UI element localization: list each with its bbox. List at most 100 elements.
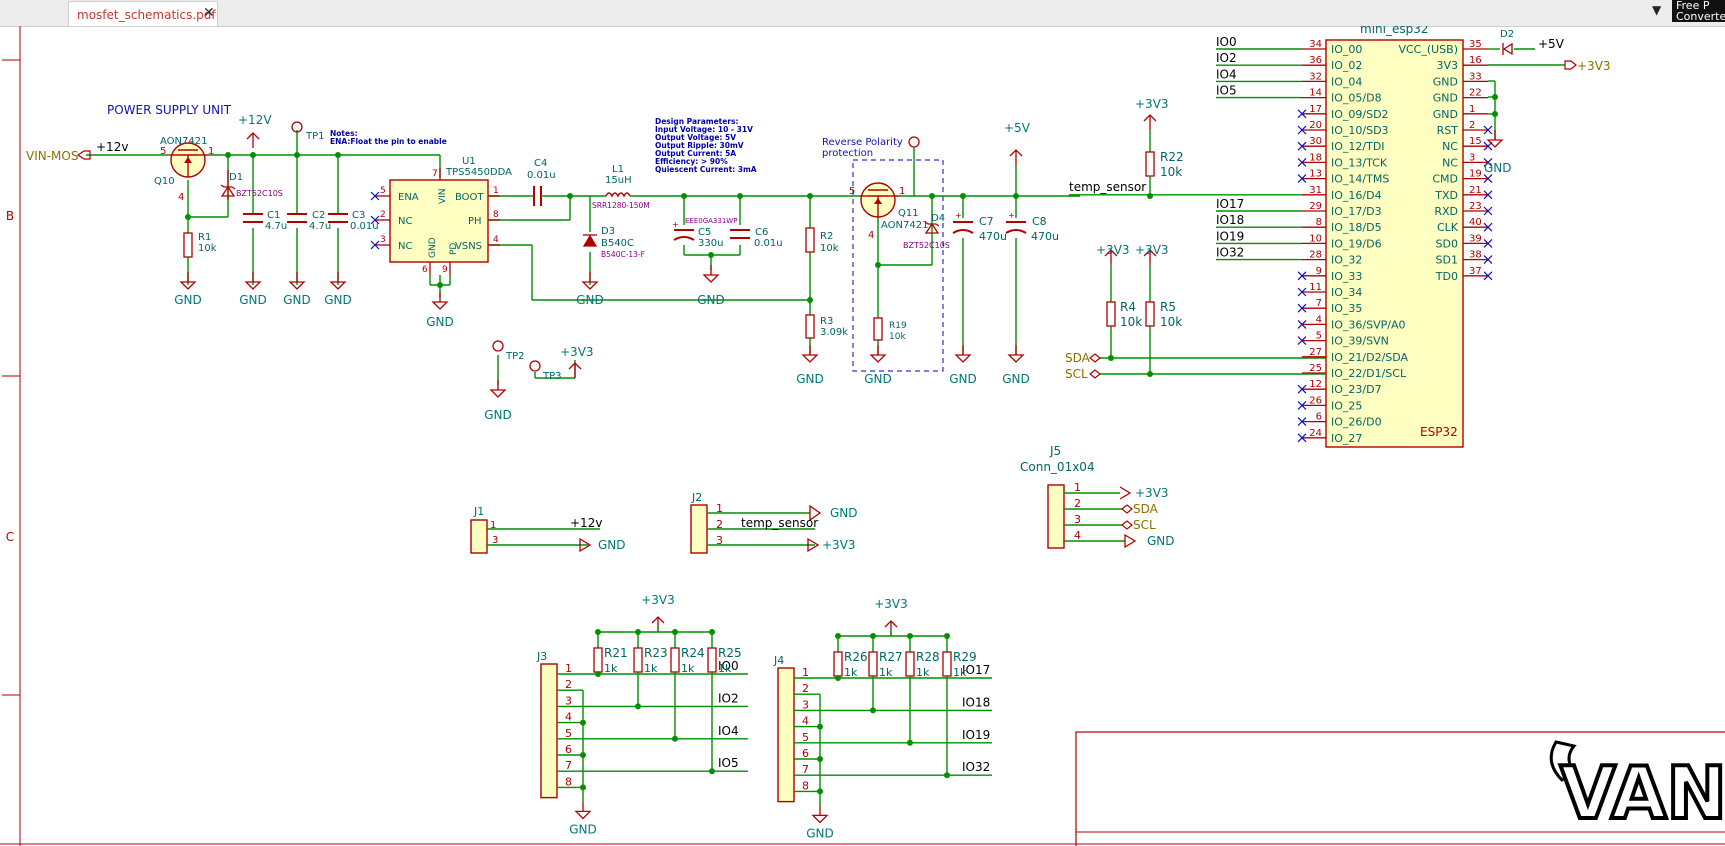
c7-value: 470u	[979, 230, 1007, 243]
j5-value: Conn_01x04	[1020, 460, 1095, 474]
esp32-pin-label: SD0	[1436, 237, 1458, 250]
j5-pin-4: 4	[1074, 529, 1081, 542]
esp32-pin-label: IO_09/SD2	[1331, 108, 1389, 121]
notes-line2: ENA:Float the pin to enable	[330, 137, 447, 146]
tp3-label: TP3	[542, 371, 562, 382]
esp32-pin-label: IO_22/D1/SCL	[1331, 367, 1407, 380]
esp32-pin-number: 3	[1469, 152, 1475, 163]
r22-ref: R22	[1160, 150, 1184, 164]
tp-reverse-circle	[908, 136, 920, 148]
capacitor-c4	[533, 186, 542, 206]
resistor-value: 1k	[644, 662, 658, 675]
j5-net-3v3: +3V3	[1135, 486, 1169, 500]
resistor-ref: R25	[718, 646, 742, 660]
esp32-pin-label: IO_19/D6	[1331, 237, 1382, 250]
title-block: VANP	[1075, 731, 1725, 846]
power-5v-label: +5V	[1004, 121, 1031, 135]
c7-ref: C7	[979, 215, 994, 228]
power-3v3-tp3-symbol	[568, 362, 582, 379]
psu-ground-labels: GND GND GND GND GND GND GND GND GND GND …	[174, 293, 1030, 422]
esp32-pin-label: IO_13/TCK	[1331, 156, 1388, 169]
design-parameters: Design Parameters: Input Voltage: 10 - 3…	[655, 117, 757, 174]
esp32-pin-label: IO_04	[1331, 75, 1362, 88]
esp32-pin-number: 15	[1469, 136, 1482, 147]
power-12v-symbol	[246, 132, 260, 149]
gnd-label-c3: GND	[324, 293, 352, 307]
esp32-pin-label: IO_35	[1331, 302, 1362, 315]
tab-title: mosfet_schematics.pdf	[77, 8, 216, 22]
esp32-pin-label: IO_36/SVP/A0	[1331, 318, 1405, 331]
esp32-pin-label: IO_27	[1331, 432, 1362, 445]
close-icon[interactable]: ✕	[203, 5, 215, 21]
resistor-ref: R21	[604, 646, 628, 660]
r22-power-symbol	[1143, 114, 1157, 131]
chevron-down-icon[interactable]: ▼	[1652, 3, 1661, 17]
promo-banner[interactable]: Free P Converte	[1672, 0, 1725, 22]
esp32-pin-label: GND	[1433, 92, 1458, 105]
c2-value: 4.7u	[309, 221, 331, 232]
connector-gnd-symbol	[575, 800, 591, 820]
esp32-net-label: IO5	[1216, 84, 1237, 98]
r2-ref: R2	[820, 231, 833, 242]
gnd-label-c7: GND	[949, 372, 977, 386]
j5-ref: J5	[1049, 444, 1061, 458]
connector-ref: J4	[773, 654, 784, 667]
r3-ref: R3	[820, 316, 833, 327]
port-scl	[1089, 369, 1101, 379]
esp32-pin-label: IO_32	[1331, 254, 1362, 267]
esp32-pin-number: 17	[1309, 104, 1322, 115]
u1-pinnum-8: 8	[493, 210, 499, 220]
connector-pin-number: 6	[565, 743, 572, 756]
esp32-pin-number: 7	[1316, 298, 1322, 309]
esp32-pin-number: 12	[1309, 379, 1322, 390]
design-param-6: Quiescent Current: 3mA	[655, 165, 757, 174]
logo-text: VANP	[1560, 751, 1725, 835]
connector-j1: J1 1 3 +12v GND	[470, 505, 626, 554]
resistor-ref: R28	[916, 650, 940, 664]
schottky-d3	[582, 234, 598, 247]
vin-mos-label: VIN-MOS	[26, 149, 78, 163]
esp32-pin-number: 34	[1309, 39, 1322, 50]
mosfet-q10	[170, 142, 209, 178]
r19-value: 10k	[889, 332, 906, 342]
esp32-pin-label: GND	[1433, 75, 1458, 88]
tp3-circle	[529, 360, 541, 372]
d4-ref: D4	[931, 213, 945, 224]
u1-pinnum-4: 4	[493, 235, 499, 245]
q11-value: AON7421	[881, 220, 928, 231]
esp-gnd-label: GND	[1484, 161, 1512, 175]
q10-pin4: 4	[178, 192, 184, 203]
connector-net-label: IO18	[962, 695, 990, 709]
r2-value: 10k	[820, 243, 839, 254]
l1-ref: L1	[612, 164, 624, 175]
r22-value: 10k	[1160, 165, 1182, 179]
promo-line2: Converte	[1676, 10, 1725, 22]
gnd-label-c8: GND	[1002, 372, 1030, 386]
capacitor-c1	[243, 213, 263, 223]
u1-pin-vsns: VSNS	[455, 241, 482, 252]
u1-pinnum-3: 3	[380, 235, 386, 245]
gnd-label-r1: GND	[174, 293, 202, 307]
q11-ref: Q11	[898, 208, 919, 219]
esp32-section: mini_esp32 ESP32 IO_0034IO0IO_0236IO2IO_…	[1065, 26, 1611, 448]
port-scl-label: SCL	[1065, 367, 1088, 381]
d3-ref: D3	[601, 226, 615, 237]
c5-ref: C5	[698, 227, 711, 238]
tab-document[interactable]: mosfet_schematics.pdf ✕	[68, 1, 218, 26]
tp3-power-label: +3V3	[560, 345, 594, 359]
c2-ref: C2	[312, 210, 325, 221]
psu-title: POWER SUPPLY UNIT	[107, 103, 232, 117]
resistor-value: 1k	[681, 662, 695, 675]
connector-pin-number: 1	[565, 662, 572, 675]
esp32-pin-number: 23	[1469, 201, 1482, 212]
c5-plus: +	[672, 220, 679, 229]
c5-value: 330u	[698, 238, 723, 249]
connector-net-label: IO19	[962, 728, 990, 742]
resistor-ref: R23	[644, 646, 668, 660]
j1-net-12v: +12v	[570, 516, 602, 530]
connector-gnd-label: GND	[569, 822, 597, 836]
esp32-pin-label: IO_00	[1331, 43, 1362, 56]
esp32-pin-label: IO_10/SD3	[1331, 124, 1389, 137]
j5-net-sda: SDA	[1133, 502, 1159, 516]
r4-value: 10k	[1120, 315, 1142, 329]
